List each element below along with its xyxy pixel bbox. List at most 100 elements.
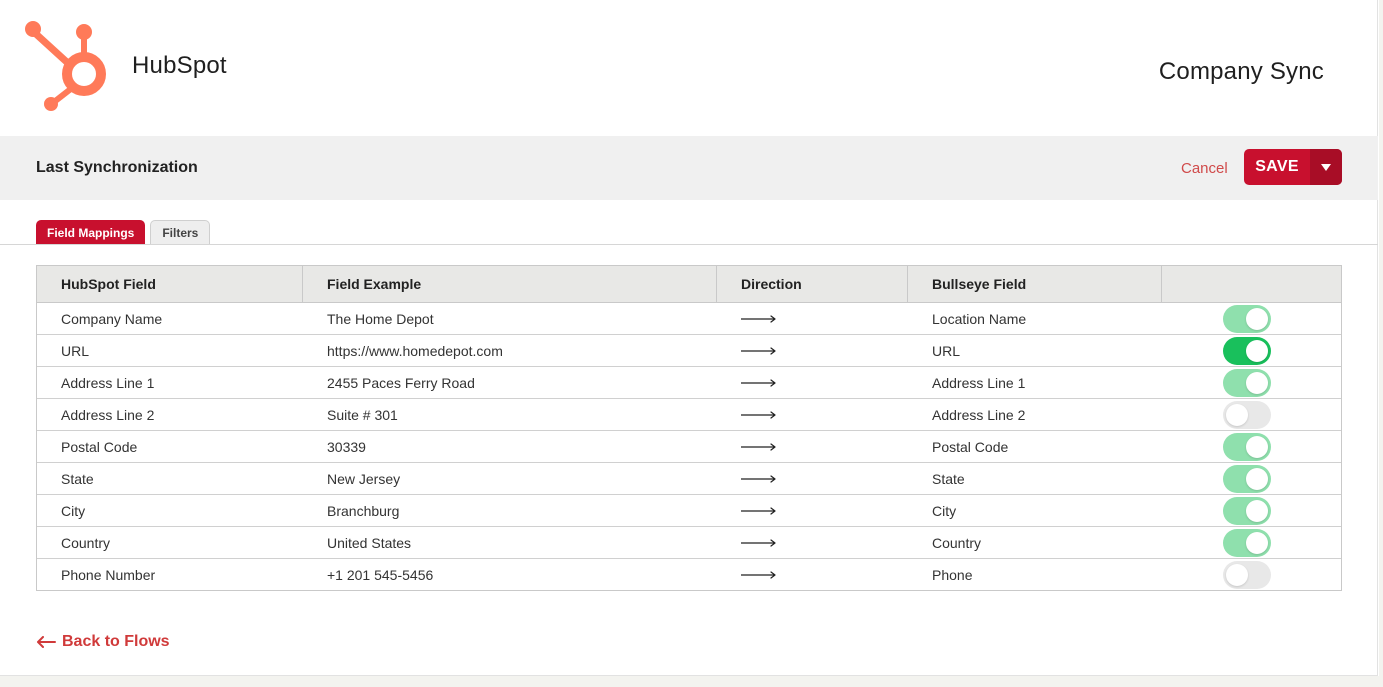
field-example-cell: United States <box>327 534 412 551</box>
page-title: Company Sync <box>1158 58 1324 85</box>
caret-down-icon <box>1321 163 1331 171</box>
right-arrow-icon <box>741 442 777 451</box>
toggle-knob <box>1226 564 1248 586</box>
direction-cell <box>717 335 908 367</box>
last-sync-title: Last Synchronization <box>36 159 198 176</box>
toggle-cell <box>1162 303 1341 335</box>
toggle-cell <box>1162 463 1341 495</box>
save-dropdown-button[interactable] <box>1310 149 1342 185</box>
right-arrow-icon <box>741 474 777 483</box>
field-example-cell: 2455 Paces Ferry Road <box>327 374 475 391</box>
table-body: Company Name The Home Depot Location Name U… <box>37 303 1341 591</box>
column-header-hubspot-field: HubSpot Field <box>37 266 303 302</box>
back-to-flows-label: Back to Flows <box>62 633 170 650</box>
tab-bar: Field Mappings Filters <box>36 220 211 245</box>
app-frame: HubSpot Company Sync Last Synchronizatio… <box>0 0 1378 676</box>
right-arrow-icon <box>741 410 777 419</box>
hubspot-sprocket-icon <box>22 18 112 114</box>
field-example-cell: Suite # 301 <box>327 406 398 423</box>
column-header-toggle <box>1162 266 1341 302</box>
field-example-cell: Branchburg <box>327 502 400 519</box>
direction-cell <box>717 463 908 495</box>
toggle-cell <box>1162 527 1341 559</box>
table-row: City Branchburg City <box>37 495 1341 527</box>
toggle-knob <box>1246 371 1268 394</box>
sync-field-toggle[interactable] <box>1223 464 1271 493</box>
toggle-cell <box>1162 495 1341 527</box>
field-example-cell: 30339 <box>327 438 366 455</box>
bullseye-field-cell: Phone <box>932 567 973 583</box>
direction-cell <box>717 367 908 399</box>
table-row: State New Jersey State <box>37 463 1341 495</box>
bullseye-field-cell: State <box>932 470 965 487</box>
cancel-button[interactable]: Cancel <box>1181 160 1228 177</box>
toggle-knob <box>1246 435 1268 458</box>
hubspot-field-cell: State <box>61 470 94 487</box>
bullseye-field-cell: Address Line 1 <box>932 374 1026 391</box>
hubspot-field-cell: Address Line 2 <box>61 406 155 423</box>
direction-cell <box>717 527 908 559</box>
table-row: Address Line 1 2455 Paces Ferry Road Addre… <box>37 367 1341 399</box>
bullseye-field-cell: Postal Code <box>932 438 1009 455</box>
save-button[interactable]: SAVE <box>1244 149 1310 185</box>
hubspot-field-cell: Country <box>61 534 111 551</box>
toggle-knob <box>1246 499 1268 522</box>
sync-field-toggle[interactable] <box>1223 336 1271 365</box>
save-split-button: SAVE <box>1244 149 1342 185</box>
column-header-field-example: Field Example <box>303 266 717 302</box>
direction-cell <box>717 303 908 335</box>
right-arrow-icon <box>741 571 777 579</box>
toggle-knob <box>1246 531 1268 554</box>
brand-name: HubSpot <box>132 52 227 79</box>
tab-divider <box>0 244 1378 245</box>
column-header-bullseye-field: Bullseye Field <box>908 266 1162 302</box>
field-example-cell: New Jersey <box>327 470 401 487</box>
table-row: Phone Number +1 201 545-5456 Phone <box>37 559 1341 591</box>
table-row: Country United States Country <box>37 527 1341 559</box>
left-arrow-icon <box>36 636 56 648</box>
hubspot-field-cell: Company Name <box>61 310 163 327</box>
toggle-knob <box>1246 307 1268 330</box>
column-header-direction: Direction <box>717 266 908 302</box>
hubspot-field-cell: URL <box>61 342 90 359</box>
toggle-cell <box>1162 367 1341 399</box>
bullseye-field-cell: Address Line 2 <box>932 406 1026 423</box>
sync-field-toggle[interactable] <box>1223 496 1271 525</box>
toggle-knob <box>1246 467 1268 490</box>
toggle-cell <box>1162 335 1341 367</box>
sync-field-toggle[interactable] <box>1223 368 1271 397</box>
toggle-knob <box>1246 339 1268 362</box>
tab-filters[interactable]: Filters <box>150 220 211 245</box>
right-arrow-icon <box>741 314 777 323</box>
sync-field-toggle[interactable] <box>1223 528 1271 557</box>
table-row: Postal Code 30339 Postal Code <box>37 431 1341 463</box>
direction-cell <box>717 399 908 431</box>
sync-toolbar: Last Synchronization Cancel SAVE <box>0 136 1378 200</box>
hubspot-field-cell: Address Line 1 <box>61 374 155 391</box>
sync-field-toggle[interactable] <box>1223 304 1271 333</box>
toggle-cell <box>1162 559 1341 591</box>
hubspot-field-cell: Postal Code <box>61 438 138 455</box>
field-example-cell: The Home Depot <box>327 310 434 327</box>
bullseye-field-cell: City <box>932 502 957 519</box>
toggle-cell <box>1162 431 1341 463</box>
bullseye-field-cell: Country <box>932 534 982 551</box>
window-bottom-edge <box>0 676 1383 687</box>
sync-field-toggle[interactable] <box>1223 561 1271 589</box>
sync-field-toggle[interactable] <box>1223 432 1271 461</box>
hubspot-field-cell: City <box>61 502 86 519</box>
direction-cell <box>717 495 908 527</box>
table-row: Address Line 2 Suite # 301 Address Line 2 <box>37 399 1341 431</box>
back-to-flows-link[interactable]: Back to Flows <box>36 633 170 651</box>
toggle-cell <box>1162 399 1341 431</box>
right-arrow-icon <box>741 506 777 515</box>
sync-field-toggle[interactable] <box>1223 400 1271 429</box>
tab-field-mappings[interactable]: Field Mappings <box>36 220 146 245</box>
direction-cell <box>717 431 908 463</box>
bullseye-field-cell: URL <box>932 342 961 359</box>
table-row: URL https://www.homedepot.com URL <box>37 335 1341 367</box>
table-header: HubSpot Field Field Example Direction Bu… <box>37 266 1341 303</box>
toggle-knob <box>1226 403 1248 426</box>
field-example-cell: +1 201 545-5456 <box>327 567 434 583</box>
direction-cell <box>717 559 908 591</box>
